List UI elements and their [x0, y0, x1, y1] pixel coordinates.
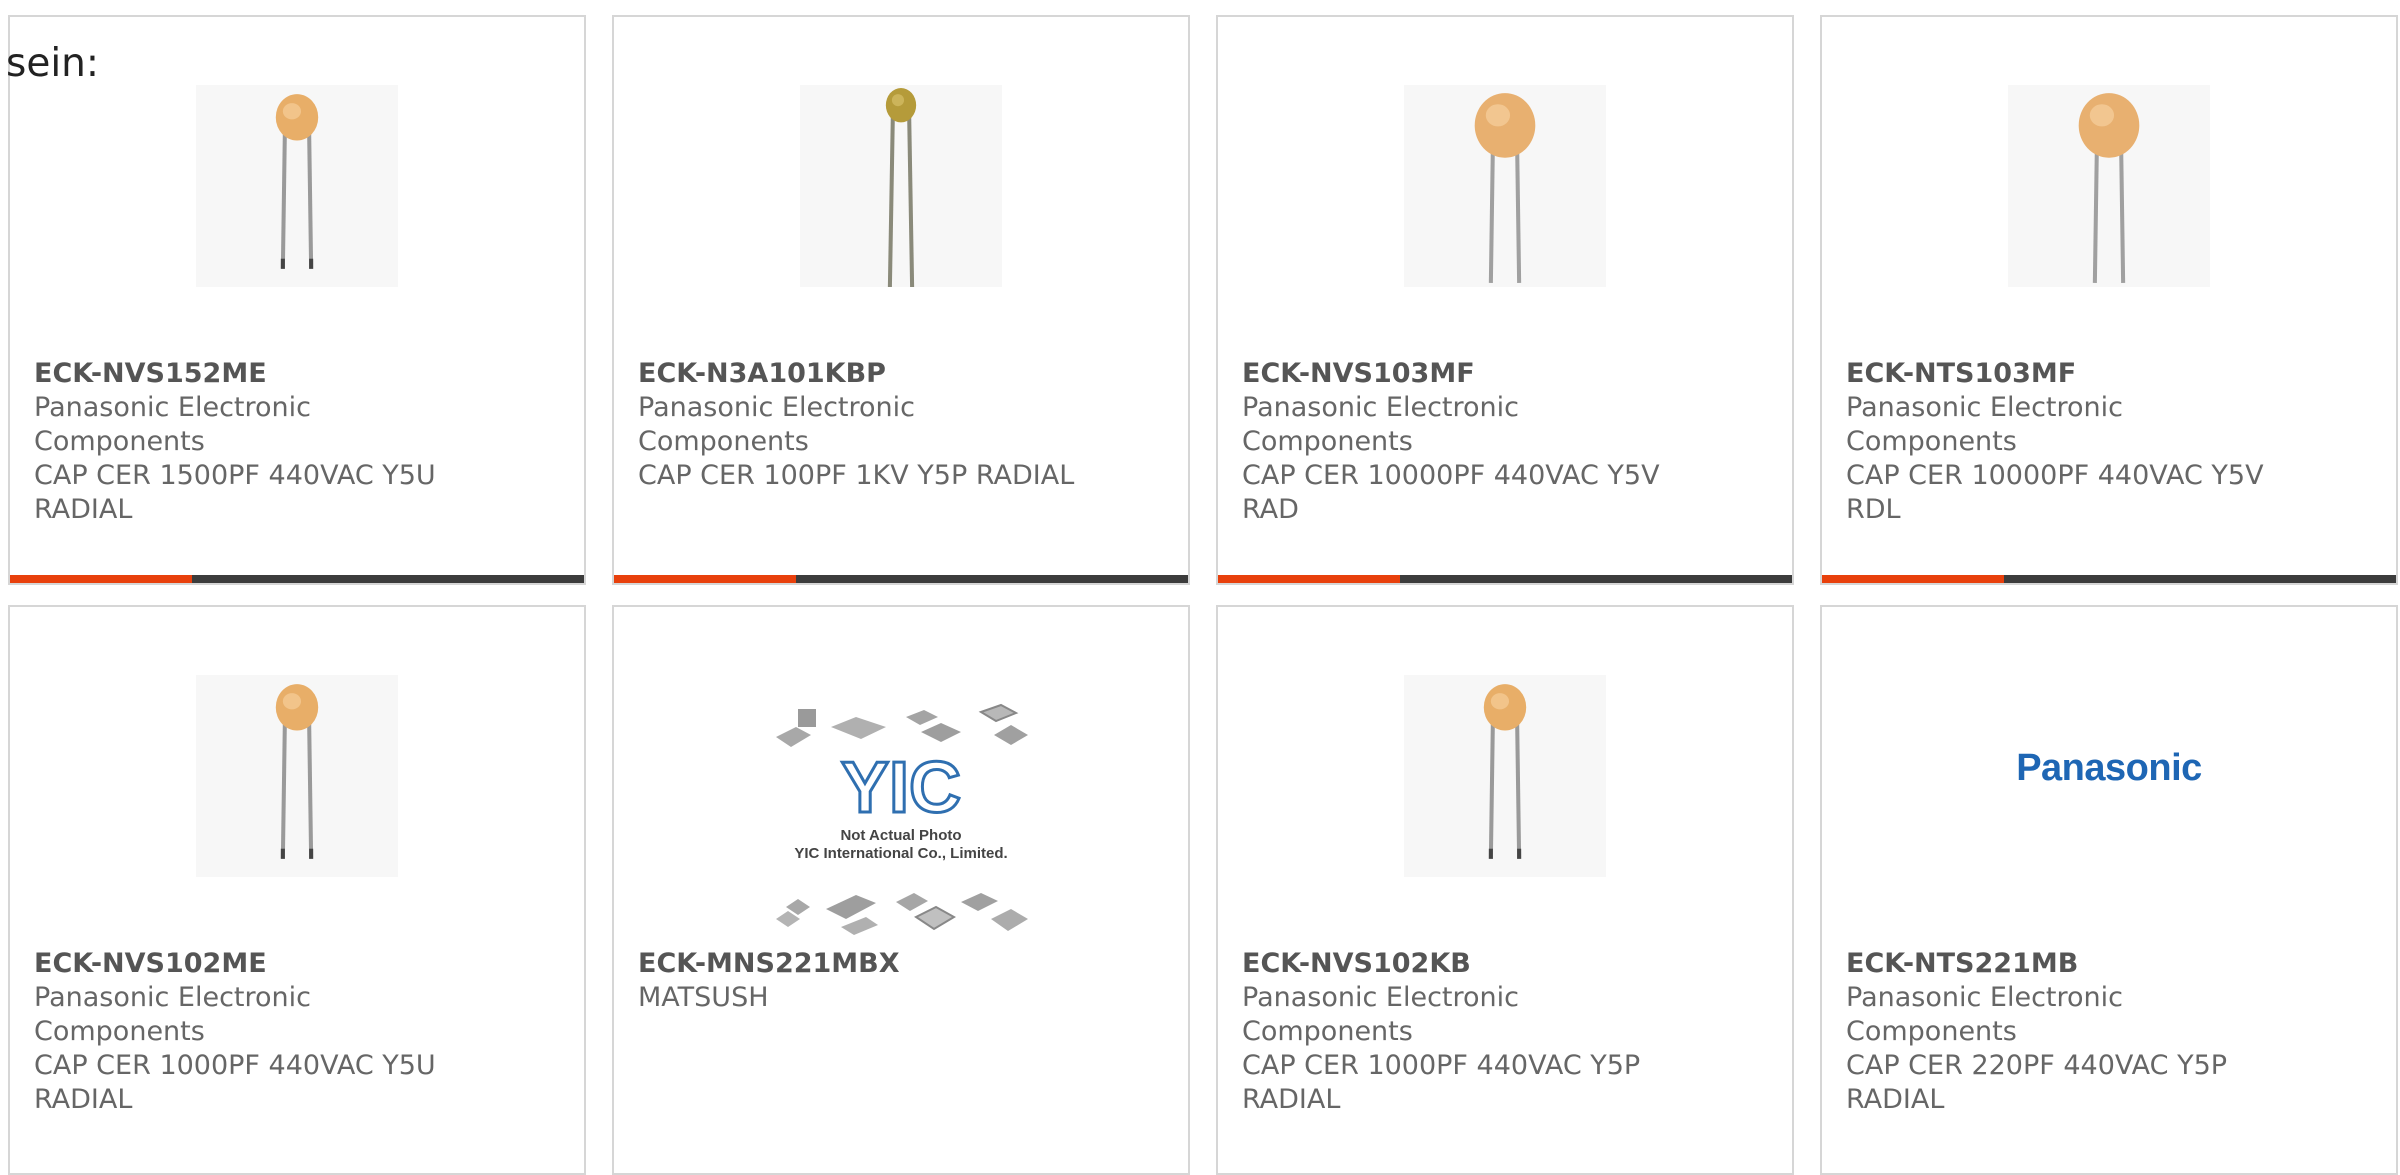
capacitor-image[interactable] — [1404, 85, 1606, 287]
product-card[interactable]: ECK-NTS103MF Panasonic Electronic Compon… — [1820, 15, 2398, 585]
description: CAP CER 220PF 440VAC Y5P RADIAL — [1846, 1050, 2228, 1115]
part-number[interactable]: ECK-NVS103MF — [1242, 357, 1682, 391]
manufacturer: Panasonic Electronic Components — [1242, 982, 1519, 1047]
description: CAP CER 100PF 1KV Y5P RADIAL — [638, 460, 1075, 491]
card-accent-bar — [614, 575, 796, 583]
manufacturer: Panasonic Electronic Components — [1846, 392, 2123, 457]
product-card[interactable]: Panasonic ECK-NTS221MB Panasonic Electro… — [1820, 605, 2398, 1175]
part-number[interactable]: ECK-MNS221MBX — [638, 947, 1078, 981]
intro-text: sein: — [6, 41, 100, 86]
card-bottom-bar — [1822, 575, 2396, 583]
product-card[interactable]: ECK-NVS103MF Panasonic Electronic Compon… — [1216, 15, 1794, 585]
card-bottom-bar — [614, 575, 1188, 583]
manufacturer: Panasonic Electronic Components — [34, 392, 311, 457]
part-number[interactable]: ECK-NTS103MF — [1846, 357, 2286, 391]
manufacturer: MATSUSH — [638, 982, 769, 1013]
placeholder-caption-2: YIC International Co., Limited. — [794, 845, 1008, 862]
product-card[interactable]: YIC Not Actual Photo YIC International C… — [612, 605, 1190, 1175]
part-number[interactable]: ECK-NVS152ME — [34, 357, 474, 391]
capacitor-image[interactable] — [800, 85, 1002, 287]
placeholder-caption-1: Not Actual Photo — [840, 827, 962, 844]
capacitor-image[interactable] — [2008, 85, 2210, 287]
description: CAP CER 10000PF 440VAC Y5V RAD — [1242, 460, 1660, 525]
description: CAP CER 1000PF 440VAC Y5U RADIAL — [34, 1050, 436, 1115]
description: CAP CER 10000PF 440VAC Y5V RDL — [1846, 460, 2264, 525]
description: CAP CER 1500PF 440VAC Y5U RADIAL — [34, 460, 436, 525]
manufacturer: Panasonic Electronic Components — [34, 982, 311, 1047]
product-card[interactable]: ECK-NVS102KB Panasonic Electronic Compon… — [1216, 605, 1794, 1175]
card-accent-bar — [10, 575, 192, 583]
part-number[interactable]: ECK-NVS102ME — [34, 947, 474, 981]
card-bottom-bar — [10, 575, 584, 583]
placeholder-image[interactable]: YIC Not Actual Photo YIC International C… — [766, 697, 1036, 937]
card-bottom-bar — [1218, 575, 1792, 583]
capacitor-image[interactable] — [1404, 675, 1606, 877]
product-card[interactable]: ECK-N3A101KBP Panasonic Electronic Compo… — [612, 15, 1190, 585]
part-number[interactable]: ECK-NTS221MB — [1846, 947, 2286, 981]
part-number[interactable]: ECK-NVS102KB — [1242, 947, 1682, 981]
manufacturer: Panasonic Electronic Components — [638, 392, 915, 457]
capacitor-image[interactable] — [196, 675, 398, 877]
description: CAP CER 1000PF 440VAC Y5P RADIAL — [1242, 1050, 1641, 1115]
yic-logo: YIC — [841, 748, 961, 828]
product-card[interactable]: ECK-NVS152ME Panasonic Electronic Compon… — [8, 15, 586, 585]
panasonic-logo[interactable]: Panasonic — [1822, 747, 2396, 790]
capacitor-image[interactable] — [196, 85, 398, 287]
product-grid: ECK-NVS152ME Panasonic Electronic Compon… — [8, 15, 2398, 1175]
manufacturer: Panasonic Electronic Components — [1846, 982, 2123, 1047]
part-number[interactable]: ECK-N3A101KBP — [638, 357, 1078, 391]
manufacturer: Panasonic Electronic Components — [1242, 392, 1519, 457]
card-accent-bar — [1822, 575, 2004, 583]
card-accent-bar — [1218, 575, 1400, 583]
product-card[interactable]: ECK-NVS102ME Panasonic Electronic Compon… — [8, 605, 586, 1175]
